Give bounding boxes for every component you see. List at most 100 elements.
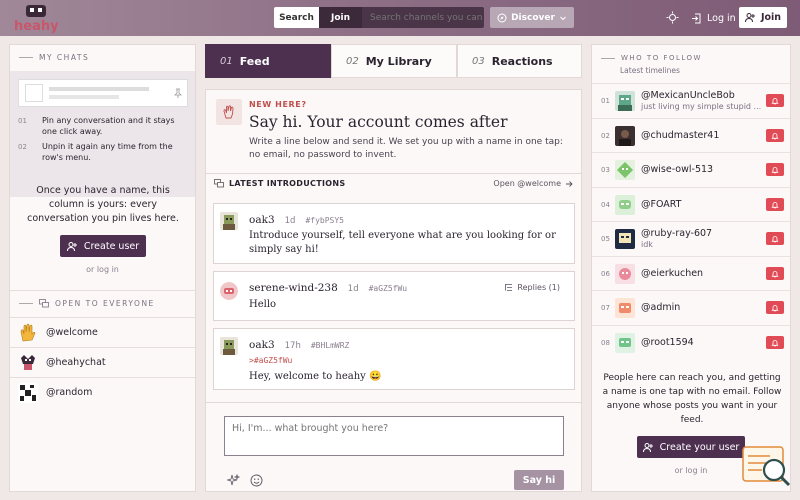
chevron-down-icon <box>560 16 566 20</box>
add-user-icon <box>642 442 653 452</box>
bell-icon <box>771 166 779 173</box>
follow-handle[interactable]: @chudmaster41 <box>641 130 766 141</box>
follow-bell-button[interactable] <box>766 198 784 211</box>
post-card[interactable]: serene-wind-238 1d #aGZ5fWu Replies (1) … <box>213 271 575 321</box>
theme-toggle-icon[interactable] <box>666 11 679 24</box>
open-welcome-link[interactable]: Open @welcome <box>493 179 573 188</box>
discover-button[interactable]: Discover <box>490 7 574 28</box>
avatar[interactable] <box>615 125 635 146</box>
post-text: Hey, welcome to heahy 😀 <box>249 371 382 382</box>
post-card[interactable]: oak3 17h #BHLmWRZ >#aGZ5fWu Hey, welcome… <box>213 328 575 390</box>
chat-bubbles-icon <box>39 299 49 308</box>
create-user-label: Create user <box>83 240 140 252</box>
follow-row[interactable]: 06 @eierkuchen <box>592 256 790 290</box>
left-login-link[interactable]: or log in <box>10 265 195 274</box>
follow-row[interactable]: 05 @ruby-ray-607 idk <box>592 221 790 255</box>
channel-name: @heahychat <box>46 357 106 368</box>
follow-bell-button[interactable] <box>766 267 784 280</box>
post-hash[interactable]: #fybPSY5 <box>305 216 344 225</box>
join-tab[interactable]: Join <box>319 7 362 28</box>
discover-label: Discover <box>511 12 555 23</box>
create-user-button[interactable]: Create user <box>60 235 146 257</box>
follow-bell-button[interactable] <box>766 129 784 142</box>
sparkles-icon[interactable] <box>227 474 240 487</box>
avatar[interactable] <box>220 282 238 300</box>
channel-row-random[interactable]: @random <box>10 377 195 407</box>
post-age: 1d <box>347 284 359 294</box>
avatar[interactable] <box>615 228 635 249</box>
waving-hand-icon <box>18 323 38 343</box>
add-user-icon <box>744 13 755 23</box>
post-meta: oak3 1d #fybPSY5 <box>249 214 344 226</box>
follow-handle[interactable]: @eierkuchen <box>641 268 766 279</box>
bell-icon <box>771 304 779 311</box>
create-your-user-button[interactable]: Create your user <box>637 436 745 458</box>
avatar[interactable] <box>220 337 238 355</box>
post-meta: oak3 17h #BHLmWRZ <box>249 339 349 351</box>
avatar[interactable] <box>615 90 635 111</box>
follow-handle[interactable]: @wise-owl-513 <box>641 164 766 175</box>
post-meta: serene-wind-238 1d #aGZ5fWu <box>249 282 407 294</box>
post-author[interactable]: oak3 <box>249 339 275 351</box>
post-author[interactable]: serene-wind-238 <box>249 282 338 294</box>
avatar[interactable] <box>615 159 635 180</box>
follow-row[interactable]: 03 @wise-owl-513 <box>592 152 790 186</box>
random-pattern-icon <box>18 382 38 403</box>
avatar[interactable] <box>615 194 635 215</box>
join-button[interactable]: Join <box>739 7 787 28</box>
tab-feed[interactable]: 01 Feed <box>205 44 331 78</box>
follow-handle[interactable]: @FOART <box>641 199 766 210</box>
follow-bell-button[interactable] <box>766 94 784 107</box>
follow-row[interactable]: 07 @admin <box>592 290 790 324</box>
channel-row-welcome[interactable]: @welcome <box>10 317 195 347</box>
follow-bell-button[interactable] <box>766 336 784 349</box>
placeholder-chat-card <box>18 79 188 107</box>
avatar[interactable] <box>615 263 635 284</box>
replies-button[interactable]: Replies (1) <box>504 283 560 292</box>
heahy-logo-icon[interactable]: heahy <box>12 3 62 33</box>
tab-reactions[interactable]: 03 Reactions <box>457 44 582 78</box>
post-author[interactable]: oak3 <box>249 214 275 226</box>
login-link[interactable]: Log in <box>691 8 736 28</box>
follow-row[interactable]: 01 @MexicanUncleBob just living my simple… <box>592 83 790 117</box>
follow-row[interactable]: 04 @FOART <box>592 187 790 221</box>
follow-row[interactable]: 08 @root1594 <box>592 325 790 359</box>
who-to-follow-subheading: Latest timelines <box>620 66 680 75</box>
post-hash[interactable]: #BHLmWRZ <box>311 341 350 350</box>
follow-row[interactable]: 02 @chudmaster41 <box>592 118 790 152</box>
tips-area: 01 Pin any conversation and it stays one… <box>10 71 195 197</box>
add-user-icon <box>66 241 77 251</box>
emoji-icon[interactable] <box>250 474 263 487</box>
search-tab[interactable]: Search <box>274 7 319 28</box>
avatar[interactable] <box>615 297 635 318</box>
channel-row-heahychat[interactable]: @heahychat <box>10 347 195 377</box>
say-hi-button[interactable]: Say hi <box>514 470 564 490</box>
tab-my-library[interactable]: 02 My Library <box>331 44 457 78</box>
post-card[interactable]: oak3 1d #fybPSY5 Introduce yourself, tel… <box>213 203 575 264</box>
follow-handle[interactable]: @admin <box>641 302 766 313</box>
chat-bubbles-icon <box>214 179 224 188</box>
thread-icon <box>505 284 513 291</box>
follow-handle[interactable]: @root1594 <box>641 337 766 348</box>
post-hash[interactable]: #aGZ5fWu <box>369 284 408 293</box>
follow-bell-button[interactable] <box>766 163 784 176</box>
follow-bell-button[interactable] <box>766 301 784 314</box>
bell-icon <box>771 132 779 139</box>
avatar[interactable] <box>220 212 238 230</box>
post-age: 1d <box>284 216 296 226</box>
open-to-everyone-heading: Open to everyone <box>19 299 155 308</box>
top-bar: heahy Search Join Discover Log in Join <box>0 0 800 36</box>
follow-handle[interactable]: @MexicanUncleBob <box>641 90 766 101</box>
intro-composer-input[interactable] <box>224 416 564 456</box>
follow-handle[interactable]: @ruby-ray-607 <box>641 228 766 239</box>
waving-hand-icon <box>216 99 242 125</box>
reply-reference[interactable]: >#aGZ5fWu <box>249 356 292 365</box>
post-text: Introduce yourself, tell everyone what a… <box>249 230 556 255</box>
left-blurb: Once you have a name, this column is you… <box>27 185 179 224</box>
right-blurb: People here can reach you, and getting a… <box>602 373 782 425</box>
follow-bell-button[interactable] <box>766 232 784 245</box>
channel-search-input[interactable] <box>362 7 484 28</box>
avatar[interactable] <box>615 332 635 353</box>
floating-search-icon[interactable] <box>742 446 792 488</box>
bell-icon <box>771 235 779 242</box>
